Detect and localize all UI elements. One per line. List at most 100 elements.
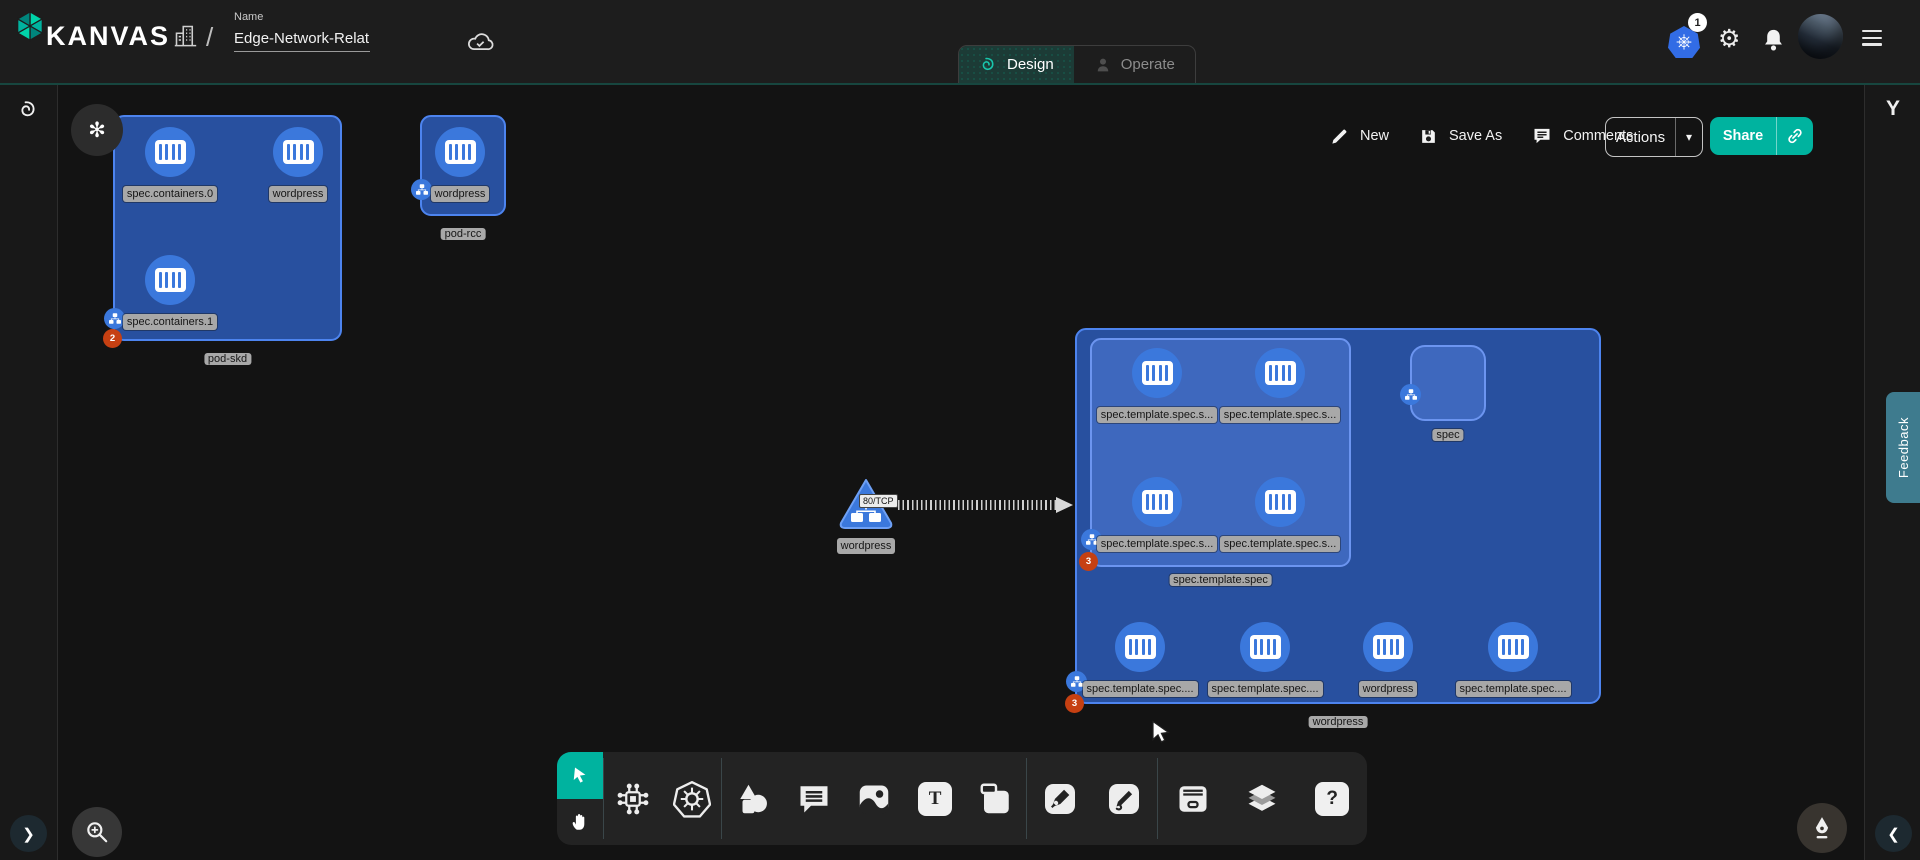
node-spec[interactable]: spec (1410, 345, 1486, 421)
tab-operate-label: Operate (1121, 56, 1175, 73)
app-header: KANVAS / Name Design Operate ⎈ 1 ⚙ (0, 0, 1920, 85)
image-icon (856, 781, 892, 817)
container-node[interactable]: spec.template.spec.... (1215, 622, 1315, 697)
pod-skd-error-badge[interactable]: 2 (103, 329, 122, 348)
layers-icon (1243, 780, 1281, 818)
group-spec-template-label[interactable]: spec.template.spec (1169, 574, 1272, 586)
kanvas-logo-icon[interactable] (13, 9, 47, 43)
expand-left-panel-button[interactable]: ❯ (10, 815, 47, 852)
pen-nib-icon (1809, 815, 1835, 841)
select-tool[interactable] (557, 752, 603, 799)
shapes-tool[interactable] (722, 752, 783, 845)
container-node[interactable]: spec.containers.0 (120, 127, 220, 202)
expand-right-panel-button[interactable]: ❮ (1875, 815, 1912, 852)
container-node[interactable]: wordpress (248, 127, 348, 202)
share-button[interactable]: Share (1710, 117, 1813, 155)
shapes-icon (735, 781, 771, 817)
note-card-icon (978, 781, 1014, 817)
kubernetes-tool[interactable] (663, 752, 722, 845)
pen-tool[interactable] (1027, 752, 1092, 845)
container-icon (145, 127, 195, 177)
edge-arrowhead (1056, 497, 1073, 513)
node-label: spec.containers.1 (123, 314, 217, 330)
node-label: spec.template.spec.s... (1097, 536, 1218, 552)
pencil-tool[interactable] (1092, 752, 1157, 845)
hand-icon (569, 811, 591, 833)
design-spiral-icon (979, 55, 998, 74)
merge-y-icon[interactable]: Y (1877, 97, 1909, 121)
user-avatar[interactable] (1798, 14, 1843, 59)
container-node[interactable]: spec.template.spec.s... (1107, 477, 1207, 552)
notifications-bell-icon[interactable] (1760, 26, 1787, 55)
component-chip-icon (615, 781, 651, 817)
container-icon (145, 255, 195, 305)
service-node[interactable]: wordpress (806, 476, 926, 554)
help-tool[interactable]: ? (1297, 752, 1367, 845)
zoom-button[interactable] (72, 807, 122, 857)
annotate-pen-button[interactable] (1797, 803, 1847, 853)
select-arrow-icon (570, 765, 590, 785)
media-tool[interactable] (844, 752, 905, 845)
history-swirl-icon[interactable] (17, 98, 40, 121)
group-pod-skd-label[interactable]: pod-skd (204, 353, 251, 365)
container-icon (1255, 477, 1305, 527)
container-node[interactable]: spec.template.spec.s... (1107, 348, 1207, 423)
settings-gear-icon[interactable]: ⚙ (1718, 24, 1740, 54)
spec-relationship-icon[interactable] (1400, 384, 1421, 405)
brand-title: KANVAS (46, 21, 170, 52)
feedback-tab[interactable]: Feedback (1886, 392, 1920, 503)
pen-bezier-icon (1042, 781, 1078, 817)
left-rail: ❯ (0, 85, 58, 860)
container-icon (1132, 348, 1182, 398)
container-icon (1132, 477, 1182, 527)
spec-template-error-badge[interactable]: 3 (1079, 552, 1098, 571)
archive-tool[interactable] (1158, 752, 1228, 845)
group-pod-rcc-label[interactable]: pod-rcc (441, 228, 486, 240)
actions-caret-icon[interactable]: ▾ (1676, 130, 1702, 144)
node-spec-label[interactable]: spec (1432, 429, 1463, 441)
pan-tool[interactable] (557, 799, 603, 846)
new-button[interactable]: New (1330, 127, 1389, 146)
container-icon (1363, 622, 1413, 672)
wordpress-error-badge[interactable]: 3 (1065, 694, 1084, 713)
layers-tool[interactable] (1228, 752, 1298, 845)
group-wordpress-label[interactable]: wordpress (1309, 716, 1368, 728)
tab-design[interactable]: Design (959, 46, 1074, 83)
canvas-toolbar: T (557, 752, 1367, 845)
design-name-label: Name (234, 11, 263, 23)
operate-icon (1094, 56, 1112, 74)
text-tool[interactable]: T (905, 752, 966, 845)
node-label: spec.containers.0 (123, 186, 217, 202)
mouse-cursor (1150, 720, 1172, 744)
new-pencil-icon (1330, 127, 1349, 146)
container-icon (273, 127, 323, 177)
canvas-config-button[interactable]: ✻ (71, 104, 123, 156)
edge-port-label: 80/TCP (859, 494, 898, 508)
mode-tabs: Design Operate (958, 45, 1196, 83)
container-node[interactable]: spec.template.spec.... (1090, 622, 1190, 697)
component-tool[interactable] (604, 752, 663, 845)
container-node[interactable]: wordpress (410, 127, 510, 202)
actions-button[interactable]: Actions ▾ (1605, 117, 1703, 157)
container-icon (435, 127, 485, 177)
container-node[interactable]: spec.template.spec.s... (1230, 348, 1330, 423)
menu-hamburger-icon[interactable] (1862, 30, 1882, 50)
node-label: wordpress (269, 186, 328, 202)
kubernetes-helm-icon (673, 780, 711, 818)
note-tool[interactable] (966, 752, 1027, 845)
container-node[interactable]: wordpress (1338, 622, 1438, 697)
actions-divider (1675, 118, 1676, 156)
container-node[interactable]: spec.containers.1 (120, 255, 220, 330)
cloud-saved-icon (466, 28, 494, 54)
container-node[interactable]: spec.template.spec.s... (1230, 477, 1330, 552)
tab-operate[interactable]: Operate (1074, 46, 1195, 83)
save-as-button[interactable]: Save As (1419, 127, 1502, 146)
organization-icon[interactable] (172, 22, 199, 49)
comment-tool[interactable] (783, 752, 844, 845)
node-label: wordpress (1359, 681, 1418, 697)
copy-link-icon[interactable] (1777, 126, 1813, 146)
node-label: spec.template.spec.s... (1220, 407, 1341, 423)
container-node[interactable]: spec.template.spec.... (1463, 622, 1563, 697)
zoom-magnifier-icon (84, 819, 110, 845)
design-name-input[interactable] (234, 28, 370, 52)
